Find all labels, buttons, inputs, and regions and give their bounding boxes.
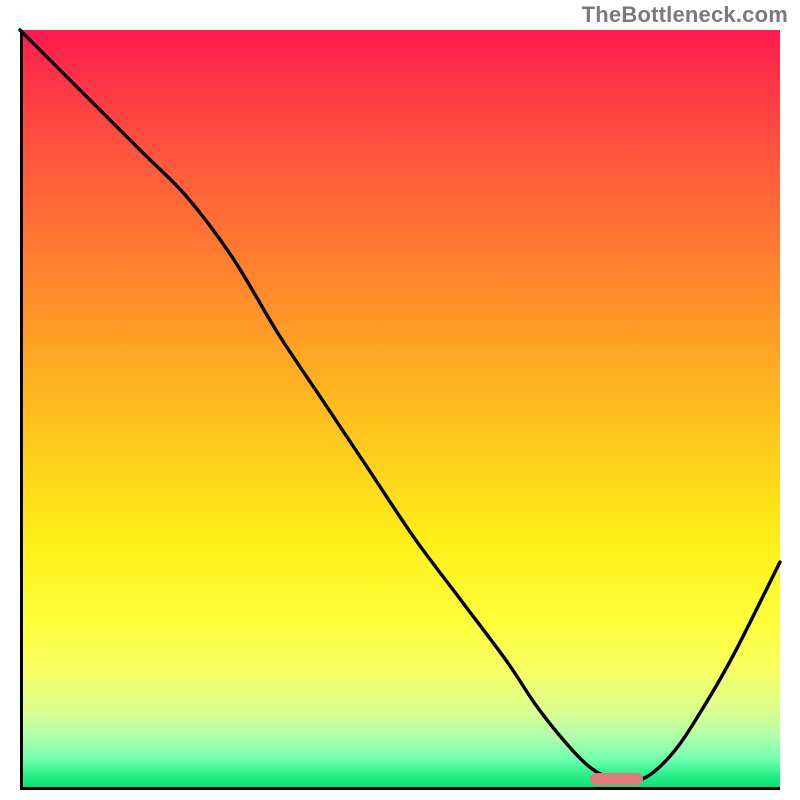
watermark-text: TheBottleneck.com [582,2,788,28]
bottleneck-curve [20,30,780,781]
chart-canvas: TheBottleneck.com [0,0,800,800]
optimal-marker [590,773,643,785]
plot-area [20,30,780,790]
curve-svg [20,30,780,790]
